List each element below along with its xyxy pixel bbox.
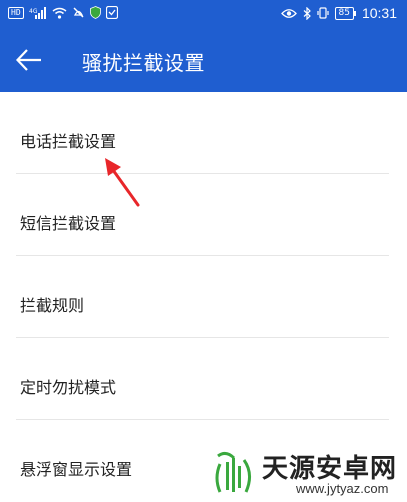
block-rules-item[interactable]: 拦截规则: [0, 256, 407, 338]
settings-item-label: 短信拦截设置: [20, 214, 117, 233]
status-bar: HD 4G 85 10:31: [0, 0, 407, 28]
watermark: 天源安卓网 www.jytyaz.com: [212, 446, 402, 500]
signal-icon: 4G: [29, 6, 47, 19]
back-arrow-icon: [15, 49, 41, 71]
annotation-arrow-icon: [105, 158, 140, 207]
battery-indicator: 85: [334, 6, 357, 20]
android-logo-icon: [215, 451, 251, 493]
signal-label: 4G: [29, 8, 38, 15]
bluetooth-icon: [303, 6, 311, 20]
app-bar: 骚扰拦截设置: [0, 28, 407, 92]
watermark-name: 天源安卓网: [262, 454, 398, 484]
shield-icon: [89, 6, 101, 19]
call-block-settings-item[interactable]: 电话拦截设置: [0, 92, 407, 174]
security-shield-icon: [105, 6, 118, 19]
eye-icon: [280, 8, 297, 19]
vibrate-icon: [316, 7, 329, 19]
settings-item-label: 定时勿扰模式: [20, 378, 117, 397]
scheduled-dnd-item[interactable]: 定时勿扰模式: [0, 338, 407, 420]
sms-block-settings-item[interactable]: 短信拦截设置: [0, 174, 407, 256]
settings-item-label: 电话拦截设置: [20, 132, 117, 151]
page-title: 骚扰拦截设置: [82, 51, 205, 75]
back-button[interactable]: [14, 46, 46, 74]
hd-badge: HD: [8, 6, 24, 19]
no-disturb-icon: [72, 6, 85, 19]
watermark-url: www.jytyaz.com: [296, 481, 389, 496]
wifi-icon: [52, 7, 67, 19]
settings-list: 电话拦截设置 短信拦截设置 拦截规则 定时勿扰模式 悬浮窗显示设置: [0, 92, 407, 502]
settings-item-label: 悬浮窗显示设置: [20, 460, 133, 479]
status-time: 10:31: [361, 5, 397, 21]
settings-item-label: 拦截规则: [20, 296, 85, 315]
